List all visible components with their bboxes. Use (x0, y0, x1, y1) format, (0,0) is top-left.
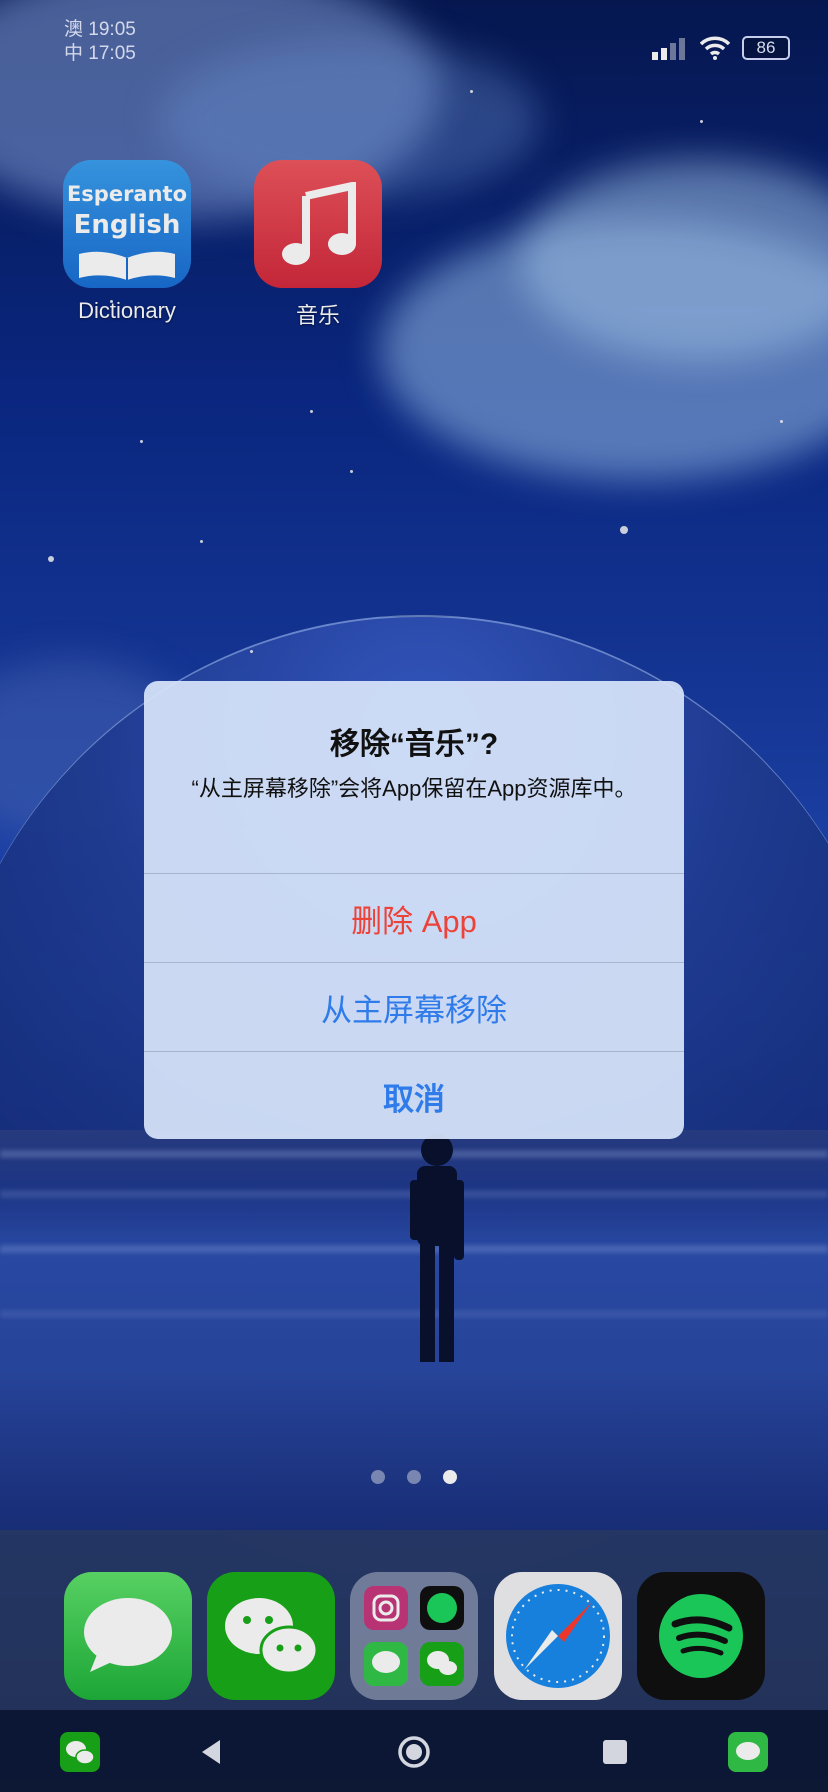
remove-app-alert: 移除“音乐”? “从主屏幕移除”会将App保留在App资源库中。 删除 App … (144, 681, 684, 1139)
alert-header: 移除“音乐”? “从主屏幕移除”会将App保留在App资源库中。 (144, 681, 684, 873)
alert-title: 移除“音乐”? (329, 728, 499, 761)
cancel-button[interactable]: 取消 (144, 1051, 684, 1139)
alert-message: “从主屏幕移除”会将App保留在App资源库中。 (191, 776, 637, 801)
remove-from-home-button[interactable]: 从主屏幕移除 (144, 962, 684, 1051)
delete-app-button[interactable]: 删除 App (144, 873, 684, 962)
